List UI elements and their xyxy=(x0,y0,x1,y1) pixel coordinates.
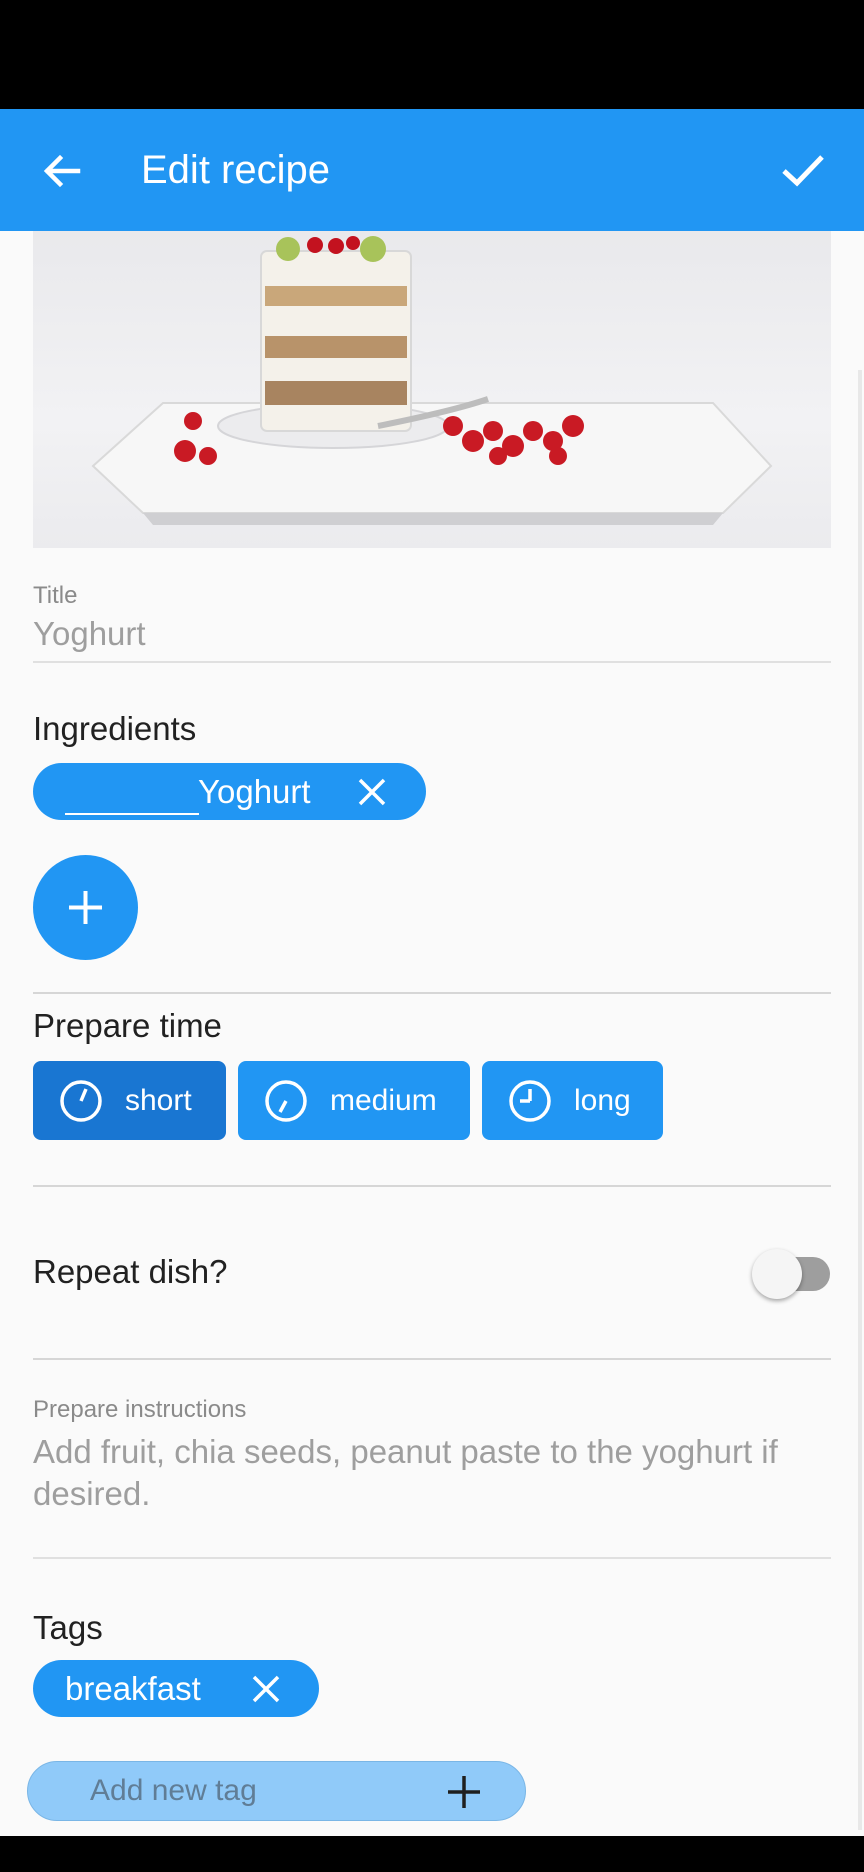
prepare-time-long-button[interactable]: long xyxy=(482,1061,663,1140)
ingredient-label: Yoghurt xyxy=(198,773,311,810)
prepare-time-medium-button[interactable]: medium xyxy=(238,1061,470,1140)
tag-chip[interactable]: breakfast xyxy=(33,1660,319,1717)
clock-icon xyxy=(508,1079,552,1123)
add-ingredient-button[interactable] xyxy=(33,855,138,960)
page-title: Edit recipe xyxy=(141,148,330,192)
new-tag-input[interactable] xyxy=(90,1762,430,1820)
navigation-bar xyxy=(0,1836,864,1872)
check-icon[interactable] xyxy=(778,145,828,195)
prepare-time-medium-label: medium xyxy=(330,1084,437,1117)
title-underline xyxy=(33,661,831,663)
scrollbar[interactable] xyxy=(858,370,862,1830)
prepare-time-heading: Prepare time xyxy=(33,1007,222,1044)
close-icon[interactable] xyxy=(251,1674,281,1704)
recipe-photo[interactable] xyxy=(33,231,831,548)
divider xyxy=(33,1185,831,1187)
repeat-dish-label: Repeat dish? xyxy=(33,1253,228,1290)
clock-icon xyxy=(264,1079,308,1123)
status-bar xyxy=(0,0,864,109)
divider xyxy=(33,992,831,994)
prepare-time-short-button[interactable]: short xyxy=(33,1061,226,1140)
ingredient-chip[interactable]: Yoghurt xyxy=(33,763,426,820)
arrow-left-icon[interactable] xyxy=(38,147,86,195)
tag-label: breakfast xyxy=(65,1670,201,1707)
plus-icon[interactable] xyxy=(446,1774,482,1810)
ingredient-amount-field[interactable] xyxy=(65,813,199,815)
instructions-input[interactable]: Add fruit, chia seeds, peanut paste to t… xyxy=(33,1431,823,1515)
prepare-time-long-label: long xyxy=(574,1084,631,1117)
title-input[interactable]: Yoghurt xyxy=(33,615,146,653)
plus-icon xyxy=(69,891,102,924)
instructions-label: Prepare instructions xyxy=(33,1396,247,1423)
divider xyxy=(33,1358,831,1360)
app-bar: Edit recipe xyxy=(0,109,864,231)
ingredients-heading: Ingredients xyxy=(33,710,197,747)
tags-heading: Tags xyxy=(33,1609,103,1646)
title-label: Title xyxy=(33,582,78,609)
clock-icon xyxy=(59,1079,103,1123)
instructions-underline xyxy=(33,1557,831,1559)
prepare-time-short-label: short xyxy=(125,1084,192,1117)
new-tag-field[interactable] xyxy=(27,1761,526,1821)
repeat-dish-switch-thumb[interactable] xyxy=(752,1249,802,1299)
close-icon[interactable] xyxy=(357,777,387,807)
